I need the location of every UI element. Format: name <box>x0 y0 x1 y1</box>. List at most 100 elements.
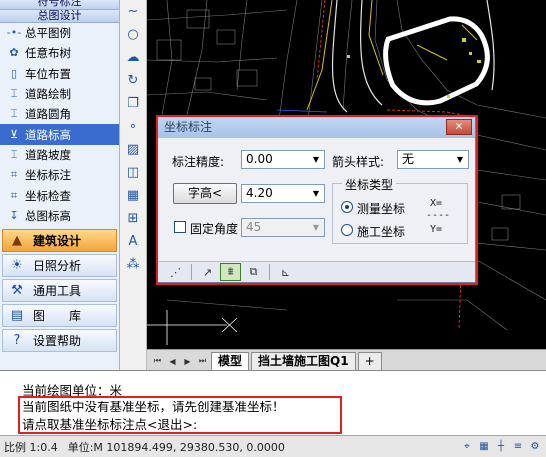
text-height-button[interactable]: 字高< <box>173 183 237 204</box>
toolbar-separator <box>191 264 192 280</box>
coordinate-mark-dialog: 坐标标注 ✕ 标注精度: 0.00 ▼ 箭头样式: 无 ▼ 字高< 4.20 ▼… <box>157 116 476 283</box>
palette-item-label: 总图标高 <box>25 208 71 223</box>
palette-group[interactable]: ? 设置帮助 <box>2 328 117 352</box>
tab-next-icon[interactable]: ▶ <box>181 352 194 370</box>
precision-select[interactable]: 0.00 ▼ <box>241 150 325 169</box>
palette-group[interactable]: ⚒ 通用工具 <box>2 278 117 302</box>
arrow-style-value: 无 <box>402 152 415 166</box>
construction-coordinate-label: 施工坐标 <box>357 225 406 239</box>
palette-item-label: 道路圆角 <box>25 107 71 122</box>
text-icon[interactable]: A <box>120 230 146 253</box>
tab-layout-retaining-wall[interactable]: 挡土墙施工图Q1 <box>251 352 356 370</box>
precision-value: 0.00 <box>246 152 273 166</box>
palette-item-label: 车位布置 <box>25 66 71 81</box>
palette-item-label: 总平图例 <box>25 26 71 41</box>
point-icon[interactable]: ∘ <box>120 115 146 138</box>
table-icon[interactable]: ▦ <box>120 184 146 207</box>
road-draw-icon: ⌶ <box>10 87 18 101</box>
settings-icon[interactable]: ⚙ <box>528 440 542 454</box>
layout-tabs: ⏮ ◀ ▶ ⏭ 模型 挡土墙施工图Q1 + <box>147 349 546 370</box>
tab-prev-icon[interactable]: ◀ <box>166 352 179 370</box>
circle-icon[interactable]: ○ <box>120 23 146 46</box>
fixed-angle-combo[interactable]: 45 ▼ <box>241 218 325 237</box>
palette-item[interactable]: ▯ 车位布置 <box>0 64 119 84</box>
palette-group[interactable]: ☀ 日照分析 <box>2 253 117 277</box>
tab-model[interactable]: 模型 <box>211 352 250 370</box>
palette-group-label: 图 库 <box>33 308 82 323</box>
palette-item[interactable]: ⌗ 坐标标注 <box>0 165 119 185</box>
palette-item[interactable]: ↧ 总图标高 <box>0 206 119 226</box>
coordinate-type-title: 坐标类型 <box>342 176 397 193</box>
dialog-toolbar: ⋰ ↗ ⩩ ⧉ ⊾ <box>158 261 475 282</box>
pick-point-icon[interactable]: ↗ <box>197 263 218 281</box>
text-height-combo[interactable]: 4.20 ▼ <box>241 184 325 203</box>
palette-item[interactable]: ✿ 任意布树 <box>0 43 119 63</box>
dialog-body: 标注精度: 0.00 ▼ 箭头样式: 无 ▼ 字高< 4.20 ▼ 固定角度 4… <box>158 138 475 262</box>
hatch-icon[interactable]: ▨ <box>120 138 146 161</box>
building-icon: ▲ <box>12 232 22 248</box>
copy-icon[interactable]: ❐ <box>120 92 146 115</box>
sample-y: Y= <box>430 224 443 235</box>
palette-item-label: 坐标标注 <box>25 168 71 183</box>
hatch-select-icon[interactable]: ⋰ <box>165 263 186 281</box>
tab-add-button[interactable]: + <box>357 352 382 370</box>
polyline-legend-icon: -•- <box>6 26 22 40</box>
block-icon[interactable]: ⊞ <box>120 207 146 230</box>
dialog-titlebar[interactable]: 坐标标注 ✕ <box>158 117 475 138</box>
coordinate-check-icon: ⌗ <box>10 188 18 202</box>
radio-construction-coordinate[interactable] <box>341 224 353 236</box>
multileader-icon[interactable]: ⁂ <box>120 253 146 276</box>
palette-item-label: 道路绘制 <box>25 87 71 102</box>
tree-icon: ✿ <box>9 46 19 60</box>
palette-item[interactable]: ⌶ 道路圆角 <box>0 104 119 124</box>
palette-group-label: 建筑设计 <box>33 233 82 248</box>
command-window[interactable]: 当前绘图单位：米 当前图纸中没有基准坐标，请先创建基准坐标！ 请点取基准坐标标注… <box>0 370 546 435</box>
survey-coordinate-label: 测量坐标 <box>357 202 406 216</box>
palette-item[interactable]: -•- 总平图例 <box>0 23 119 43</box>
layer-icon[interactable]: ≡ <box>511 440 525 454</box>
tab-last-icon[interactable]: ⏭ <box>196 352 209 370</box>
group-list: ▲ 建筑设计 ☀ 日照分析 ⚒ 通用工具 ▤ 图 库? 设置帮助 <box>0 228 119 352</box>
spline-icon[interactable]: ∼ <box>120 0 146 23</box>
sample-dashes: ---- <box>426 210 451 221</box>
grid-icon[interactable]: ▦ <box>477 440 491 454</box>
tool-list: -•- 总平图例 ✿ 任意布树 ▯ 车位布置 ⌶ 道路绘制 ⌶ 道路圆角 ⊻ 道路标高 ⌶ 道路坡度 ⌗ 坐标… <box>0 23 119 226</box>
palette-group-label: 通用工具 <box>33 283 82 298</box>
radio-survey-coordinate[interactable] <box>341 201 353 213</box>
revcloud-icon[interactable]: ☁ <box>120 46 146 69</box>
draw-toolbar: ∼ ○ ☁ ↻ ❐ ∘ ▨ ◫ ▦ ⊞ A ⁂ <box>120 0 147 370</box>
palette-group-label: 设置帮助 <box>33 333 82 348</box>
palette-item[interactable]: ⊻ 道路标高 <box>0 124 119 145</box>
prompt-highlight-box <box>18 396 342 434</box>
fixed-angle-label: 固定角度 <box>190 222 239 236</box>
coordinate-mark-icon: ⌗ <box>10 168 18 182</box>
palette-group[interactable]: ▤ 图 库 <box>2 303 117 327</box>
chevron-down-icon: ▼ <box>456 155 464 164</box>
category-header-site-design[interactable]: 总图设计 <box>0 10 119 23</box>
sample-x: X= <box>430 198 443 209</box>
window-select-icon[interactable]: ⧉ <box>243 263 264 281</box>
palette-item-label: 道路标高 <box>25 127 71 142</box>
rotate-icon[interactable]: ↻ <box>120 69 146 92</box>
coordinate-readout: 单位:M 101894.499, 29380.530, 0.0000 <box>67 440 285 454</box>
command-history-line <box>0 371 546 381</box>
ortho-icon[interactable]: ┼ <box>494 440 508 454</box>
palette-item[interactable]: ⌶ 道路坡度 <box>0 145 119 165</box>
snap-icon[interactable]: ⌖ <box>460 440 474 454</box>
palette-item[interactable]: ⌗ 坐标检查 <box>0 185 119 205</box>
fixed-angle-checkbox[interactable] <box>174 221 186 233</box>
tab-first-icon[interactable]: ⏮ <box>151 352 164 370</box>
chevron-down-icon: ▼ <box>312 189 320 198</box>
palette-item[interactable]: ⌶ 道路绘制 <box>0 84 119 104</box>
palette-group[interactable]: ▲ 建筑设计 <box>2 228 117 252</box>
status-icons: ⌖ ▦ ┼ ≡ ⚙ <box>460 440 546 454</box>
region-icon[interactable]: ◫ <box>120 161 146 184</box>
arrow-style-select[interactable]: 无 ▼ <box>397 150 469 169</box>
arrow-style-label: 箭头样式: <box>332 155 385 169</box>
batch-mark-icon[interactable]: ⩩ <box>220 263 241 281</box>
chevron-down-icon: ▼ <box>312 223 320 232</box>
close-icon[interactable]: ✕ <box>446 119 472 135</box>
axis-icon[interactable]: ⊾ <box>275 263 296 281</box>
road-slope-icon: ⌶ <box>10 147 18 161</box>
scale-readout[interactable]: 比例 1:0.4 <box>4 439 58 455</box>
